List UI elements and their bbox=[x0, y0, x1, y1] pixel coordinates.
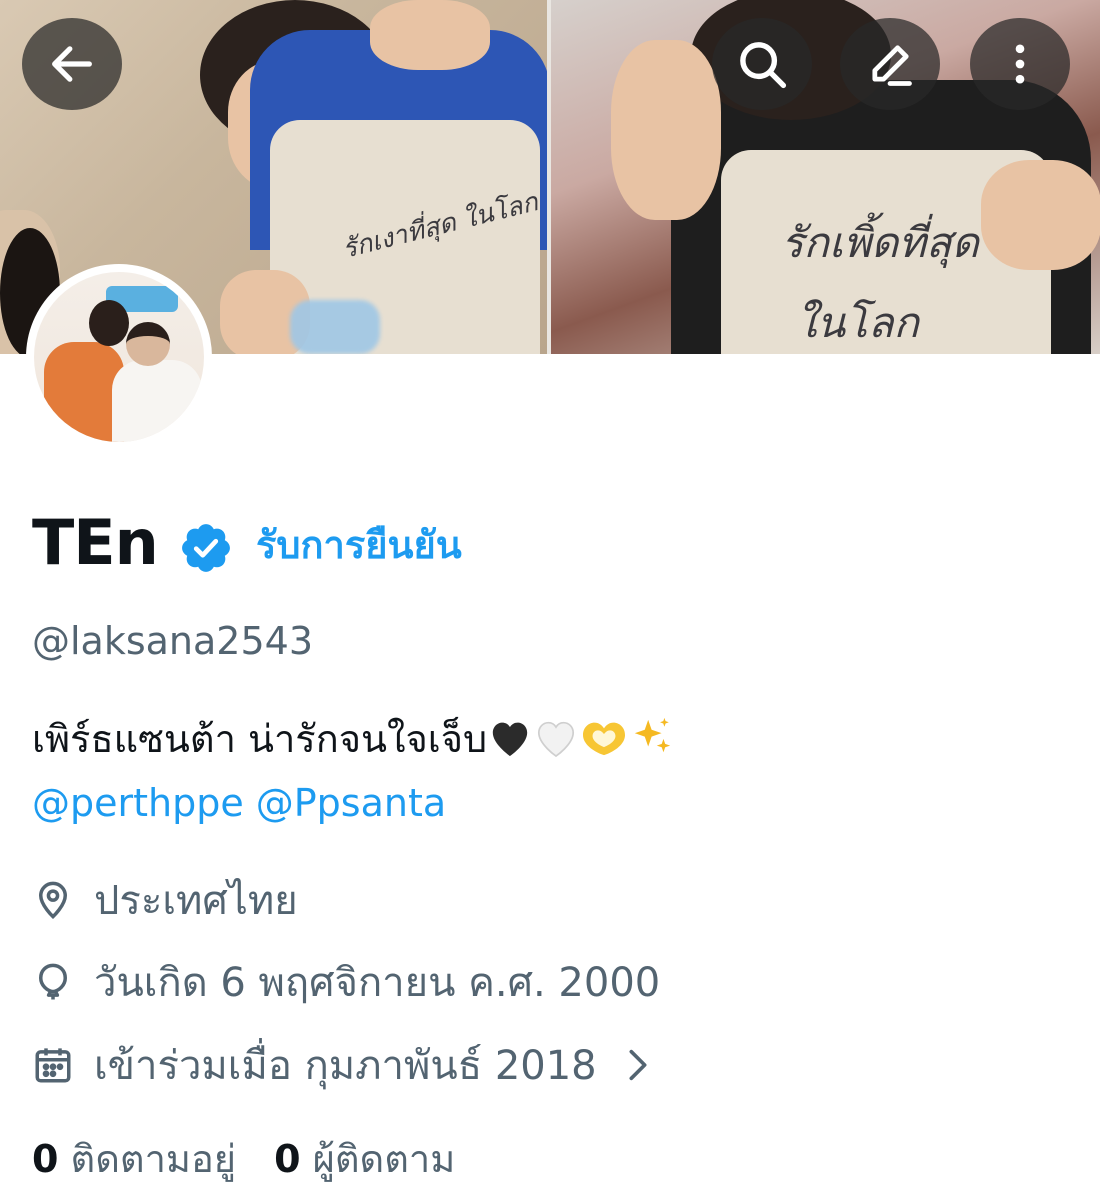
mention-link[interactable]: @Ppsanta bbox=[256, 781, 446, 825]
followers-count: 0 bbox=[274, 1137, 301, 1181]
sparkles-icon bbox=[629, 716, 675, 772]
following-link[interactable]: 0 ติดตามอยู่ bbox=[32, 1132, 236, 1186]
arrow-left-icon bbox=[52, 46, 92, 82]
more-button[interactable] bbox=[970, 18, 1070, 110]
followers-link[interactable]: 0 ผู้ติดตาม bbox=[274, 1132, 455, 1186]
verified-badge-icon bbox=[182, 524, 230, 572]
bio-text: เพิร์ธแซนต้า น่ารักจนใจเจ็บ bbox=[32, 717, 488, 761]
joined-text: เข้าร่วมเมื่อ กุมภาพันธ์ 2018 bbox=[94, 1043, 597, 1089]
more-vertical-icon bbox=[1015, 44, 1025, 84]
pencil-icon bbox=[872, 45, 912, 86]
birthday-text: วันเกิด 6 พฤศจิกายน ค.ศ. 2000 bbox=[94, 960, 661, 1006]
search-icon bbox=[740, 42, 787, 89]
mention-link[interactable]: @perthppe bbox=[32, 781, 244, 825]
chevron-right-icon bbox=[629, 1049, 647, 1081]
get-verified-link[interactable]: รับการยืนยัน bbox=[256, 520, 462, 570]
search-button[interactable] bbox=[712, 18, 812, 110]
location-text: ประเทศไทย bbox=[94, 878, 298, 924]
bio-mentions: @perthppe @Ppsanta bbox=[32, 776, 458, 830]
avatar[interactable] bbox=[26, 264, 212, 450]
edit-button[interactable] bbox=[840, 18, 940, 110]
follow-stats: 0 ติดตามอยู่ 0 ผู้ติดตาม bbox=[32, 1132, 493, 1186]
calendar-icon bbox=[35, 1048, 71, 1083]
back-button[interactable] bbox=[22, 18, 122, 110]
following-label: ติดตามอยู่ bbox=[70, 1137, 237, 1181]
banner-right-shirt-text-2: ในโลก bbox=[796, 298, 919, 347]
profile-bio: เพิร์ธแซนต้า น่ารักจนใจเจ็บ bbox=[32, 712, 675, 772]
white-heart-icon bbox=[533, 716, 579, 772]
balloon-icon bbox=[39, 963, 67, 1000]
banner-right-shirt-text-1: รักเพิ้ดที่สุด bbox=[781, 218, 979, 267]
heart-hands-icon bbox=[579, 716, 629, 772]
black-heart-icon bbox=[487, 716, 533, 772]
profile-birthday: วันเกิด 6 พฤศจิกายน ค.ศ. 2000 bbox=[32, 954, 660, 1010]
followers-label: ผู้ติดตาม bbox=[312, 1137, 456, 1181]
profile-name: TEn bbox=[32, 506, 159, 579]
location-pin-icon bbox=[38, 881, 68, 920]
following-count: 0 bbox=[32, 1137, 59, 1181]
avatar-image bbox=[34, 272, 204, 442]
profile-location: ประเทศไทย bbox=[32, 872, 298, 928]
profile-handle: @laksana2543 bbox=[32, 619, 314, 663]
profile-joined[interactable]: เข้าร่วมเมื่อ กุมภาพันธ์ 2018 bbox=[32, 1037, 673, 1093]
